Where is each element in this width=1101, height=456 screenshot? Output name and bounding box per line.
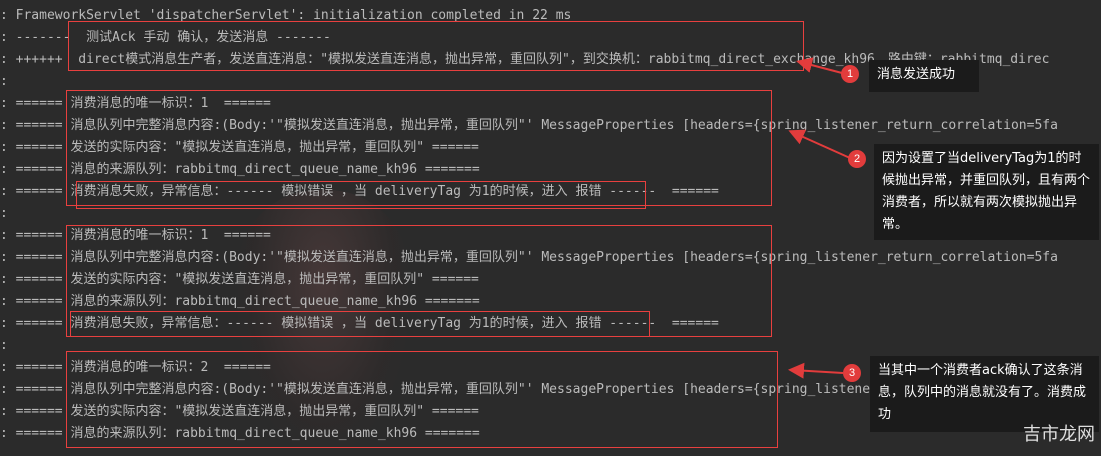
highlight-box-consumer-3 [66, 351, 778, 448]
highlight-box-error-1 [76, 181, 646, 209]
annotation-note-2: 因为设置了当deliveryTag为1的时候抛出异常，并重回队列，且有两个消费者… [874, 144, 1099, 240]
highlight-box-send [68, 21, 804, 71]
annotation-badge-2: 2 [848, 150, 866, 168]
annotation-badge-3: 3 [843, 364, 861, 382]
watermark: 吉市龙网 [1023, 424, 1095, 445]
highlight-box-error-2 [70, 311, 650, 337]
annotation-note-1: 消息发送成功 [869, 60, 979, 92]
annotation-badge-1: 1 [841, 65, 859, 83]
